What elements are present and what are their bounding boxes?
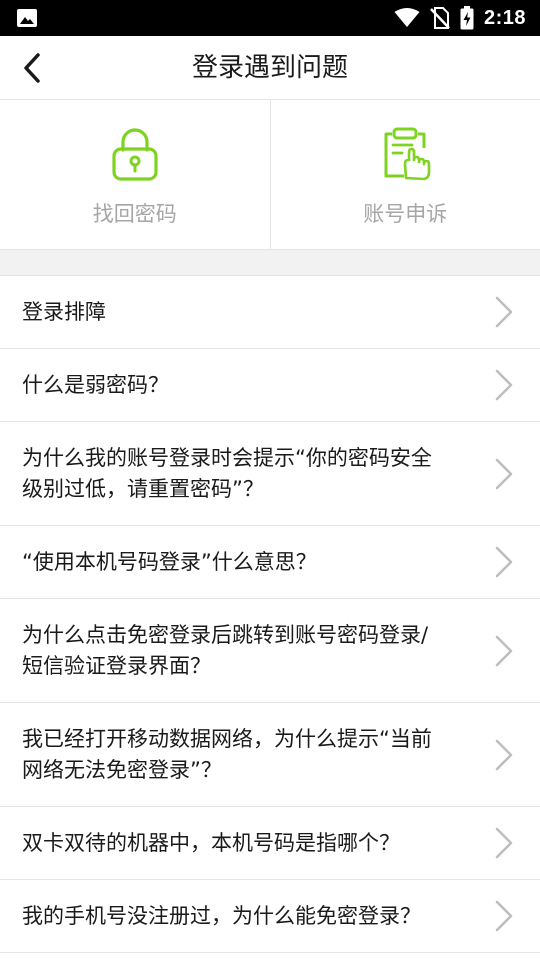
faq-item-network-unavailable[interactable]: 我已经打开移动数据网络，为什么提示“当前 网络无法免密登录”？ <box>0 703 540 807</box>
faq-item-label: 登录排障 <box>22 299 106 324</box>
app-bar: 登录遇到问题 <box>0 36 540 100</box>
faq-item-password-security-low[interactable]: 为什么我的账号登录时会提示“你的密码安全 级别过低，请重置密码”？ <box>0 422 540 526</box>
recover-password-button[interactable]: 找回密码 <box>0 100 270 249</box>
faq-item-unregistered-number[interactable]: 我的手机号没注册过，为什么能免密登录？ <box>0 880 540 953</box>
chevron-right-icon <box>495 900 513 932</box>
faq-item-redirect-to-password-login[interactable]: 为什么点击免密登录后跳转到账号密码登录/ 短信验证登录界面？ <box>0 599 540 703</box>
faq-item-weak-password[interactable]: 什么是弱密码？ <box>0 349 540 422</box>
page-title: 登录遇到问题 <box>191 53 348 83</box>
faq-item-label: 双卡双待的机器中，本机号码是指哪个？ <box>22 830 400 855</box>
section-divider <box>0 250 540 276</box>
faq-item-label: “使用本机号码登录”什么意思？ <box>22 549 317 574</box>
clipboard-hand-icon <box>384 127 431 181</box>
quick-actions: 找回密码 账号申诉 <box>0 100 540 250</box>
chevron-right-icon <box>495 296 513 328</box>
chevron-right-icon <box>495 635 513 666</box>
faq-item-dual-sim[interactable]: 双卡双待的机器中，本机号码是指哪个？ <box>0 807 540 880</box>
account-appeal-button[interactable]: 账号申诉 <box>269 100 540 249</box>
battery-charging-icon <box>460 6 474 30</box>
faq-item-label: 为什么点击免密登录后跳转到账号密码登录/ 短信验证登录界面？ <box>22 622 429 678</box>
no-sim-icon <box>430 7 450 29</box>
chevron-right-icon <box>495 546 513 578</box>
faq-item-label: 我的手机号没注册过，为什么能免密登录？ <box>22 903 421 928</box>
faq-item-label: 为什么我的账号登录时会提示“你的密码安全 级别过低，请重置密码”？ <box>22 445 432 501</box>
padlock-icon <box>112 128 158 181</box>
faq-list: 登录排障 什么是弱密码？ 为什么我的账号登录时会提示“你的密码安全 级别过低，请… <box>0 276 540 953</box>
chevron-right-icon <box>495 458 513 489</box>
faq-item-local-number-login[interactable]: “使用本机号码登录”什么意思？ <box>0 526 540 599</box>
chevron-right-icon <box>495 739 513 770</box>
faq-item-login-troubleshoot[interactable]: 登录排障 <box>0 276 540 349</box>
faq-item-label: 我已经打开移动数据网络，为什么提示“当前 网络无法免密登录”？ <box>22 726 432 782</box>
gallery-icon <box>17 9 37 27</box>
status-time: 2:18 <box>483 6 526 29</box>
chevron-right-icon <box>495 369 513 401</box>
chevron-right-icon <box>495 827 513 859</box>
status-bar: 2:18 <box>0 0 540 36</box>
faq-item-label: 什么是弱密码？ <box>22 372 169 397</box>
account-appeal-label: 账号申诉 <box>363 202 448 226</box>
recover-password-label: 找回密码 <box>92 202 177 226</box>
wifi-icon <box>394 8 420 27</box>
